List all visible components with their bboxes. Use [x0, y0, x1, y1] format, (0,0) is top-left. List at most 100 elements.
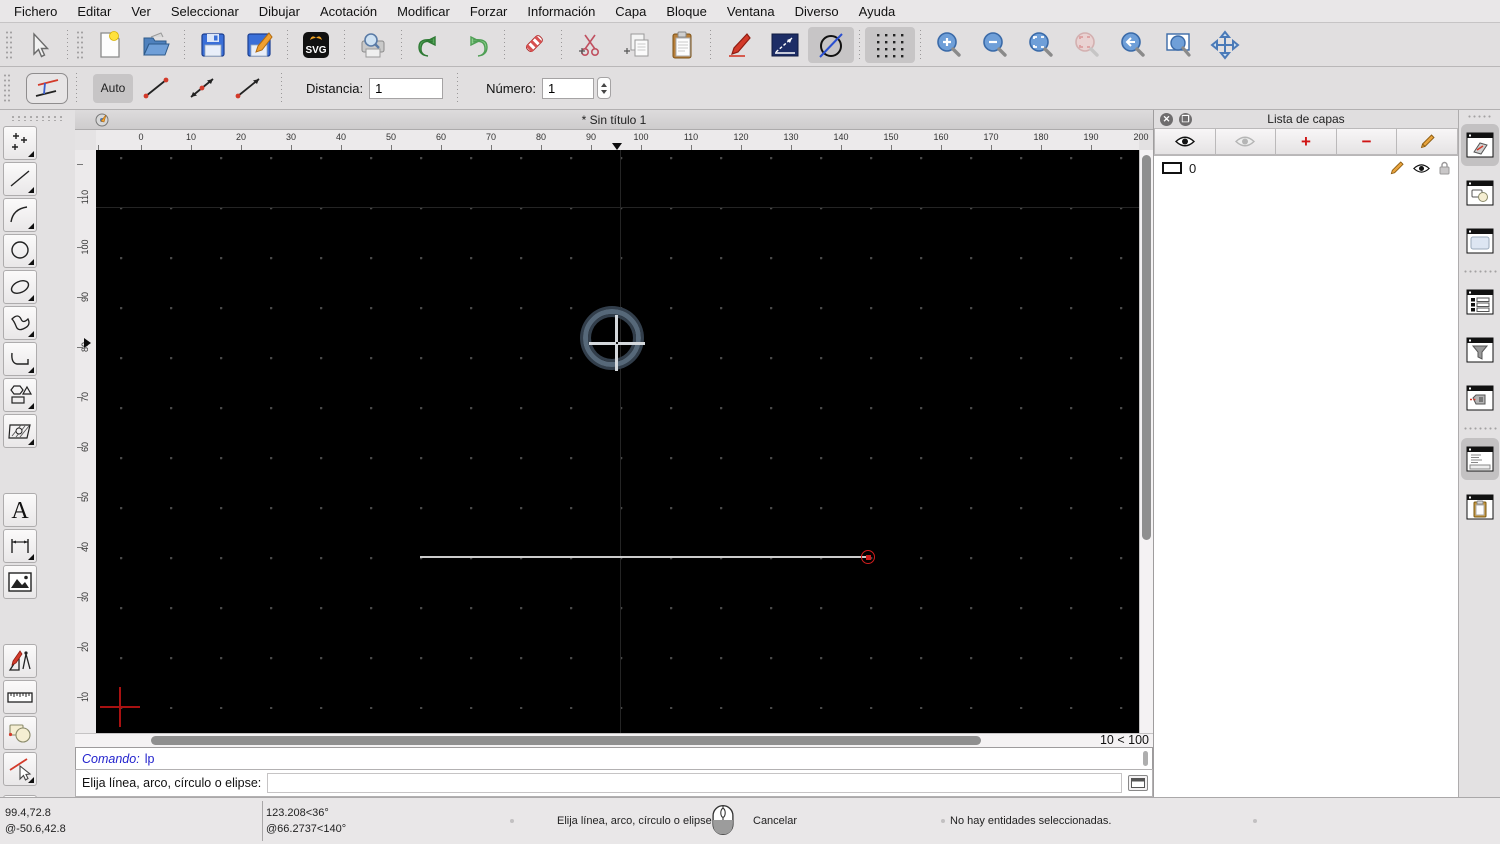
delete-entities-button[interactable] — [510, 27, 556, 63]
measure-tool-button[interactable] — [3, 680, 37, 714]
hatch-tool-button[interactable] — [3, 414, 37, 448]
menu-item[interactable]: Acotación — [310, 0, 387, 22]
dock-entity-list-button[interactable] — [1461, 281, 1499, 323]
snap-restriction-button[interactable] — [26, 72, 68, 104]
horizontal-scrollbar[interactable] — [96, 734, 1080, 748]
menu-item[interactable]: Fichero — [4, 0, 67, 22]
ruler-label: 10 — [80, 692, 90, 703]
horizontal-scrollbar-thumb[interactable] — [151, 736, 981, 745]
polyline-tool-button[interactable] — [3, 342, 37, 376]
distance-input[interactable] — [369, 77, 444, 99]
dimension-tool-button[interactable] — [3, 529, 37, 563]
drawing-canvas[interactable] — [96, 150, 1139, 733]
divide-circle-button[interactable] — [808, 26, 854, 63]
dock-layer-list-button[interactable] — [1460, 124, 1499, 166]
command-history-scrollbar[interactable] — [1143, 751, 1148, 766]
show-all-layers-button[interactable] — [1154, 128, 1216, 155]
export-svg-button[interactable]: SVG — [293, 27, 339, 63]
line-tool-button[interactable] — [3, 162, 37, 196]
remove-layer-button[interactable]: − — [1336, 128, 1398, 155]
line-both-directions-button[interactable] — [179, 70, 225, 106]
layer-edit-button[interactable] — [1389, 160, 1404, 176]
dock-library-browser-button[interactable] — [1461, 220, 1499, 262]
dock-command-line-button[interactable] — [1460, 438, 1499, 480]
edit-layer-button[interactable] — [1397, 128, 1458, 155]
save-as-button[interactable] — [236, 27, 282, 63]
menu-item[interactable]: Editar — [67, 0, 121, 22]
add-layer-button[interactable]: + — [1276, 128, 1337, 155]
dock-pen-palette-button[interactable] — [1461, 377, 1499, 419]
menu-item[interactable]: Seleccionar — [161, 0, 249, 22]
undo-button[interactable] — [407, 27, 453, 63]
number-input[interactable] — [541, 77, 594, 99]
zoom-out-button[interactable] — [972, 27, 1018, 63]
submenu-indicator — [28, 439, 34, 445]
image-tool-button[interactable] — [3, 565, 37, 599]
menu-item[interactable]: Diverso — [785, 0, 849, 22]
text-tool-button[interactable]: A — [3, 493, 37, 527]
number-stepper[interactable] — [596, 77, 611, 99]
paste-button[interactable] — [659, 27, 705, 63]
draw-pencil-button[interactable] — [716, 27, 762, 63]
block-tool-button[interactable] — [3, 716, 37, 750]
layer-row[interactable]: 0 — [1154, 156, 1458, 180]
copy-button[interactable] — [613, 27, 659, 63]
arc-tool-button[interactable] — [3, 198, 37, 232]
zoom-window-button[interactable] — [1156, 27, 1202, 63]
polygon-shapes-tool-button[interactable] — [3, 378, 37, 412]
zoom-pan-button[interactable] — [1202, 27, 1248, 63]
menu-item[interactable]: Ver — [121, 0, 161, 22]
menu-item[interactable]: Forzar — [460, 0, 518, 22]
document-tab-bar: * Sin título 1 — [75, 110, 1153, 130]
vertical-scrollbar-thumb[interactable] — [1142, 155, 1151, 540]
open-file-button[interactable] — [133, 27, 179, 63]
hide-all-layers-button[interactable] — [1215, 128, 1277, 155]
circle-tool-button[interactable] — [3, 234, 37, 268]
spline-tool-button[interactable] — [3, 306, 37, 340]
select-entity-tool-button[interactable] — [3, 752, 37, 786]
menu-item[interactable]: Bloque — [656, 0, 716, 22]
palette-drag-handle[interactable] — [9, 115, 66, 121]
keyboard-toggle-button[interactable] — [1128, 775, 1148, 791]
toolbar-drag-handle[interactable] — [76, 29, 84, 60]
line-entity[interactable] — [420, 556, 868, 558]
line-one-direction-button[interactable] — [225, 70, 271, 106]
save-button[interactable] — [190, 27, 236, 63]
points-tool-button[interactable] — [3, 126, 37, 160]
layer-color-swatch[interactable] — [1162, 162, 1182, 174]
command-input[interactable] — [267, 773, 1122, 793]
vertical-scrollbar[interactable] — [1139, 150, 1153, 733]
edit-polyline-button[interactable] — [762, 27, 808, 63]
zoom-in-button[interactable] — [926, 27, 972, 63]
grid-toggle-button[interactable] — [865, 26, 915, 63]
dock-filter-button[interactable] — [1461, 329, 1499, 371]
ruler-label: 30 — [80, 592, 90, 603]
menu-item[interactable]: Ayuda — [849, 0, 906, 22]
pointer-tool-button[interactable] — [16, 27, 62, 63]
zoom-auto-button[interactable] — [1018, 27, 1064, 63]
print-preview-button[interactable] — [350, 27, 396, 63]
menu-item[interactable]: Modificar — [387, 0, 460, 22]
dock-clipboard-button[interactable] — [1461, 486, 1499, 528]
zoom-selection-button[interactable] — [1064, 27, 1110, 63]
menu-item[interactable]: Información — [517, 0, 605, 22]
toolbar-drag-handle[interactable] — [5, 29, 13, 60]
layer-lock-toggle[interactable] — [1439, 161, 1450, 175]
zoom-previous-button[interactable] — [1110, 27, 1156, 63]
redo-button[interactable] — [453, 27, 499, 63]
cut-button[interactable] — [567, 27, 613, 63]
auto-snap-button[interactable]: Auto — [93, 73, 133, 103]
stepper-down-icon[interactable] — [600, 89, 607, 94]
ellipse-tool-button[interactable] — [3, 270, 37, 304]
menu-item[interactable]: Dibujar — [249, 0, 310, 22]
stepper-up-icon[interactable] — [600, 82, 607, 87]
construction-tools-button[interactable] — [3, 644, 37, 678]
menu-item[interactable]: Ventana — [717, 0, 785, 22]
menu-item[interactable]: Capa — [605, 0, 656, 22]
dock-block-list-button[interactable] — [1461, 172, 1499, 214]
new-document-button[interactable] — [87, 27, 133, 63]
line-two-points-button[interactable] — [133, 70, 179, 106]
toolbar-drag-handle[interactable] — [3, 73, 11, 103]
layer-visibility-toggle[interactable] — [1413, 163, 1430, 174]
dockbar-drag-handle[interactable] — [1466, 114, 1493, 119]
